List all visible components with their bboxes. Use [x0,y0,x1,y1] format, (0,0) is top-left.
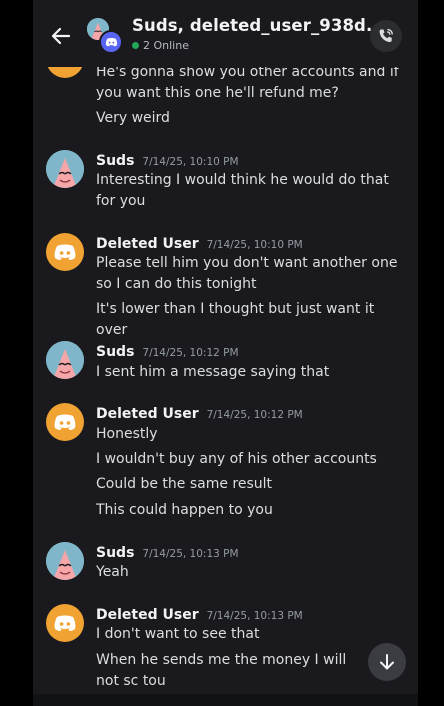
author-name[interactable]: Suds [96,545,134,561]
timestamp: 7/14/25, 10:10 PM [206,239,303,251]
group-avatar[interactable] [87,18,123,54]
avatar[interactable] [46,341,84,379]
patrick-avatar-icon [46,542,84,580]
voice-call-button[interactable] [370,20,402,52]
message-header: Suds 7/14/25, 10:13 PM [96,542,239,561]
message-line: Very weird [96,110,170,126]
phone-call-icon [379,28,393,42]
message-line: I wouldn't buy any of his other accounts [96,451,377,467]
jump-to-present-button[interactable] [368,643,406,681]
chevron-right-icon[interactable]: › [348,16,354,35]
message-line: Yeah [96,564,129,580]
author-name[interactable]: Deleted User [96,236,199,252]
message-line: I sent him a message saying that [96,364,330,380]
message-header: Suds 7/14/25, 10:12 PM [96,341,239,360]
author-name[interactable]: Deleted User [96,406,199,422]
message-header: Suds 7/14/25, 10:10 PM [96,150,239,169]
message-line: When he sends me the money I will not sc… [96,652,347,689]
online-status: 2 Online [132,39,189,52]
arrow-down-icon [380,654,394,670]
channel-header: Suds, deleted_user_938d... › 2 Online [33,0,418,67]
message-line: Please tell him you don't want another o… [96,255,398,292]
chat-window: He's gonna show you other accounts and i… [33,0,418,706]
message-line: He's gonna show you other accounts and i… [96,64,399,101]
online-count: 2 Online [143,39,189,52]
author-name[interactable]: Suds [96,344,134,360]
message-line: This could happen to you [96,502,273,518]
message-line: I don't want to see that [96,626,260,642]
arrow-left-icon [51,27,71,45]
avatar [99,30,123,54]
patrick-avatar-icon [46,150,84,188]
patrick-avatar-icon [46,341,84,379]
discord-logo-icon [54,414,76,430]
message-list[interactable]: He's gonna show you other accounts and i… [33,0,418,706]
bottom-bar [33,694,418,706]
avatar[interactable] [46,233,84,271]
message-line: Interesting I would think he would do th… [96,172,389,209]
message-header: Deleted User 7/14/25, 10:12 PM [96,403,303,422]
timestamp: 7/14/25, 10:12 PM [142,347,239,359]
avatar[interactable] [46,150,84,188]
discord-logo-icon [105,37,117,47]
author-name[interactable]: Deleted User [96,607,199,623]
message-line: It's lower than I thought but just want … [96,301,375,338]
timestamp: 7/14/25, 10:10 PM [142,156,239,168]
timestamp: 7/14/25, 10:13 PM [142,548,239,560]
message-header: Deleted User 7/14/25, 10:13 PM [96,604,303,623]
avatar[interactable] [46,604,84,642]
discord-logo-icon [54,244,76,260]
author-name[interactable]: Suds [96,153,134,169]
online-dot-icon [132,42,139,49]
timestamp: 7/14/25, 10:13 PM [206,610,303,622]
back-button[interactable] [47,22,75,50]
message-line: Honestly [96,426,158,442]
message-line: Could be the same result [96,476,272,492]
timestamp: 7/14/25, 10:12 PM [206,409,303,421]
avatar[interactable] [46,542,84,580]
message-header: Deleted User 7/14/25, 10:10 PM [96,233,303,252]
discord-logo-icon [54,615,76,631]
avatar[interactable] [46,403,84,441]
